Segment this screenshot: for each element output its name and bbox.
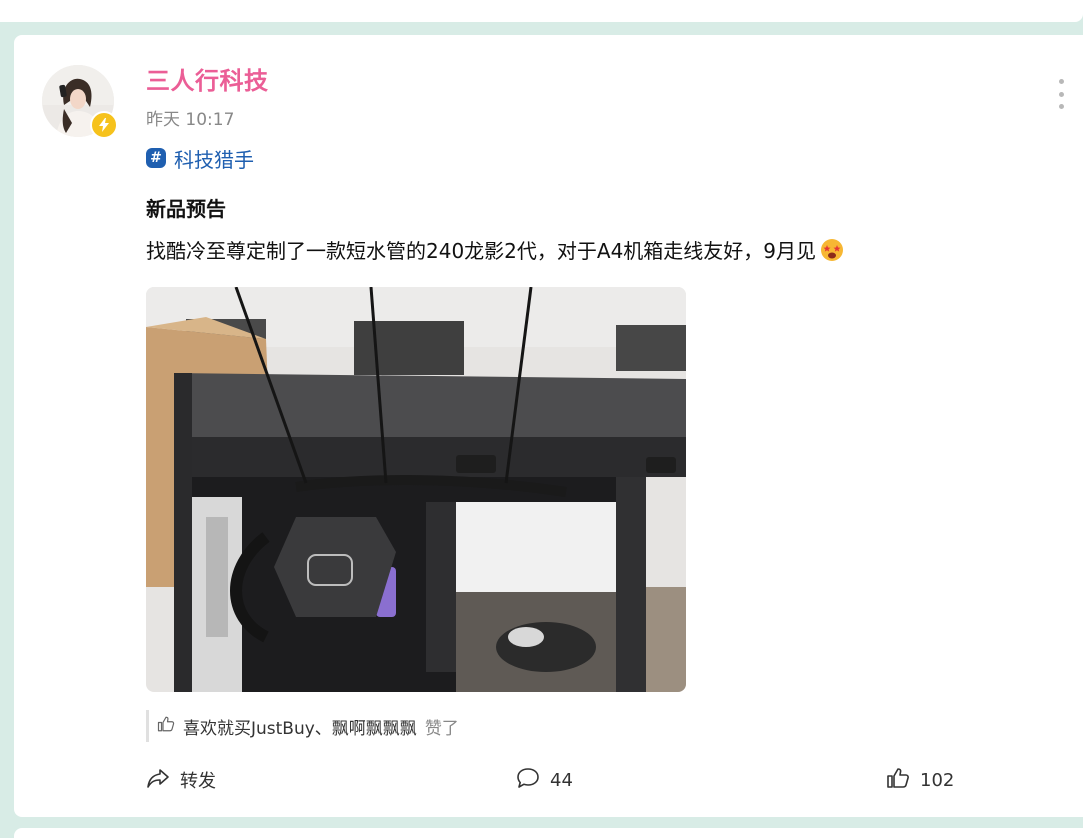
post-body: 找酷冷至尊定制了一款短水管的240龙影2代，对于A4机箱走线友好，9月见 [146,235,844,264]
comment-bubble-icon [516,767,540,794]
author-name[interactable]: 三人行科技 [146,61,269,96]
previous-card [0,0,1083,22]
thumbs-up-icon [886,766,910,795]
repost-button[interactable]: 转发 [146,767,216,793]
star-struck-emoji-icon [820,238,844,262]
thumbs-up-icon [157,715,175,737]
post-image[interactable] [146,287,686,692]
likes-suffix: 赞了 [424,718,459,739]
next-card [14,828,1083,838]
topic-label: 科技猎手 [174,147,254,172]
likes-names[interactable]: 喜欢就买JustBuy、飘啊飘飘飘 [183,714,417,739]
post-time: 昨天 10:17 [146,110,235,130]
share-arrow-icon [146,767,170,794]
hashtag-icon: # [146,148,166,168]
repost-label: 转发 [180,771,216,792]
like-count: 102 [920,769,955,791]
likes-summary[interactable]: 喜欢就买JustBuy、飘啊飘飘飘 赞了 [146,710,459,742]
comment-button[interactable]: 44 [516,767,573,793]
post-body-text: 找酷冷至尊定制了一款短水管的240龙影2代，对于A4机箱走线友好，9月见 [146,239,817,263]
like-button[interactable]: 102 [886,767,954,793]
post-title: 新品预告 [146,197,226,221]
topic-tag[interactable]: # 科技猎手 [146,145,254,172]
comment-count: 44 [550,769,573,791]
more-vertical-icon[interactable] [1056,79,1066,109]
post-card: 三人行科技 昨天 10:17 # 科技猎手 新品预告 找酷冷至尊定制了一款短水管… [14,35,1083,817]
lightning-icon [90,111,118,139]
